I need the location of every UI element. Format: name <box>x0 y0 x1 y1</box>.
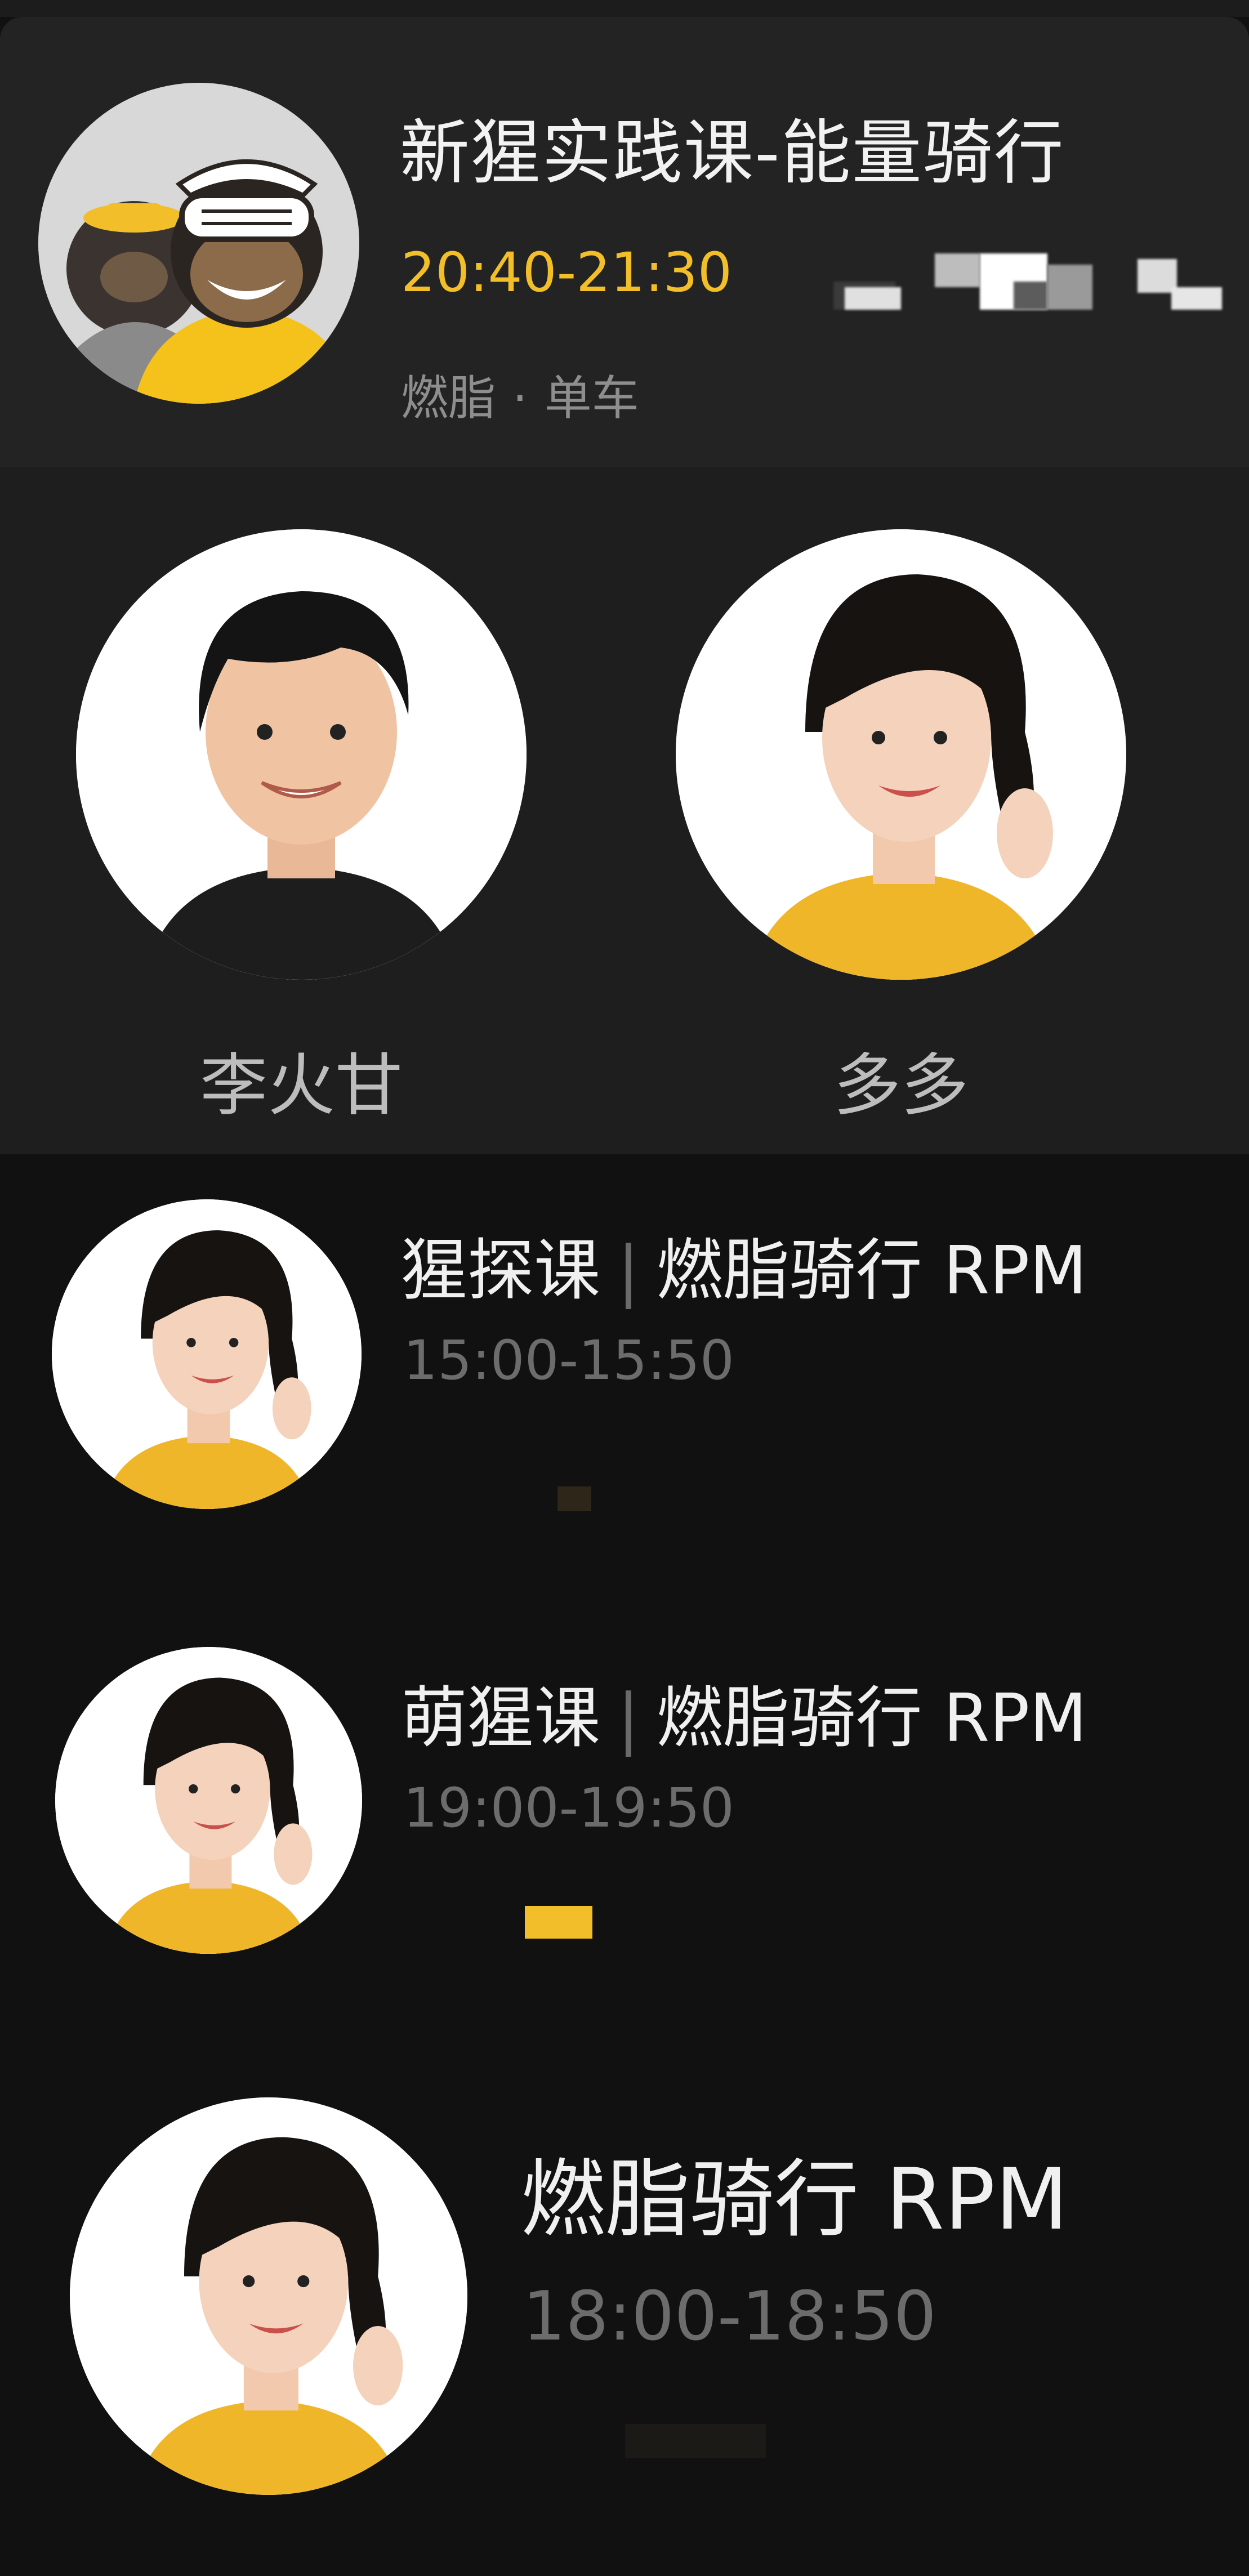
coach-name: 多多 <box>833 1047 969 1125</box>
coach-avatar-icon <box>70 2097 467 2495</box>
class-time: 18:00-18:50 <box>523 2278 936 2356</box>
coach-name: 李火甘 <box>200 1047 403 1125</box>
class-name: 燃脂骑行 RPM <box>656 1231 1087 1309</box>
coach-card-duoduo[interactable]: 多多 <box>676 467 1126 1125</box>
coach-avatar-icon <box>52 1199 362 1509</box>
title-separator: | <box>617 1679 640 1757</box>
featured-class-time: 20:40-21:30 <box>401 241 732 304</box>
coach-avatar-icon <box>76 529 527 980</box>
class-name: 燃脂骑行 RPM <box>521 2151 1068 2249</box>
class-prefix: 萌猩课 <box>401 1679 601 1757</box>
coach-avatar-icon <box>676 529 1126 980</box>
class-row[interactable]: 燃脂骑行 RPM 18:00-18:50 <box>0 2097 1249 2525</box>
tag-separator: · <box>512 370 528 426</box>
coach-card-li[interactable]: 李火甘 <box>76 467 527 1125</box>
gorilla-mascot-icon <box>38 83 359 404</box>
featured-class-tags: 燃脂 · 单车 <box>401 360 639 428</box>
tag-bike: 单车 <box>544 370 639 426</box>
class-time: 15:00-15:50 <box>403 1329 734 1392</box>
class-title: 燃脂骑行 RPM <box>521 2131 1068 2253</box>
featured-class-card[interactable]: 新猩实践课-能量骑行 20:40-21:30 燃脂 · 单车 <box>0 17 1249 467</box>
status-mark <box>557 1486 591 1511</box>
class-name: 燃脂骑行 RPM <box>656 1679 1087 1757</box>
top-strip <box>0 0 1249 17</box>
status-mark <box>525 1906 592 1939</box>
status-mark <box>625 2424 766 2458</box>
class-row[interactable]: 萌猩课 | 燃脂骑行 RPM 19:00-19:50 <box>0 1647 1249 2075</box>
coaches-panel: 李火甘 多多 <box>0 467 1249 1154</box>
class-time: 19:00-19:50 <box>403 1776 734 1840</box>
class-title: 猩探课 | 燃脂骑行 RPM <box>401 1216 1087 1312</box>
coach-avatar-icon <box>55 1647 362 1954</box>
class-prefix: 猩探课 <box>401 1231 601 1309</box>
title-separator: | <box>617 1231 640 1309</box>
tag-fat-burn: 燃脂 <box>401 370 496 426</box>
featured-class-title: 新猩实践课-能量骑行 <box>400 113 1065 194</box>
redacted-location <box>766 248 1239 315</box>
class-title: 萌猩课 | 燃脂骑行 RPM <box>401 1664 1087 1760</box>
class-row[interactable]: 猩探课 | 燃脂骑行 RPM 15:00-15:50 <box>0 1199 1249 1627</box>
